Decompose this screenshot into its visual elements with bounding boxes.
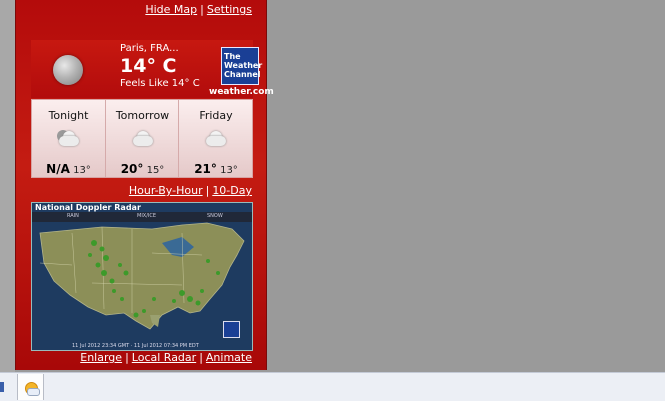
forecast-temps: N/A 13° xyxy=(32,162,105,176)
forecast-high: 21° xyxy=(194,162,217,176)
forecast-day-tonight[interactable]: Tonight N/A 13° xyxy=(32,100,105,177)
separator: | xyxy=(199,351,203,364)
separator: | xyxy=(200,3,204,16)
current-temperature: 14° C xyxy=(120,55,177,77)
weather-taskbar-button[interactable] xyxy=(17,374,44,400)
weather-widget: Hide Map | Settings Paris, FRA... 14° C Fe… xyxy=(15,0,274,370)
hide-map-link[interactable]: Hide Map xyxy=(145,3,197,16)
ten-day-link[interactable]: 10-Day xyxy=(212,184,252,197)
forecast-links: Hour-By-Hour | 10-Day xyxy=(129,184,252,197)
local-radar-link[interactable]: Local Radar xyxy=(132,351,196,364)
moon-icon xyxy=(53,55,83,85)
cloudy-icon xyxy=(201,130,231,150)
enlarge-link[interactable]: Enlarge xyxy=(80,351,122,364)
radar-map[interactable]: National Doppler Radar RAIN MIX/ICE SNOW… xyxy=(31,202,253,351)
current-conditions: Paris, FRA... 14° C Feels Like 14° C The… xyxy=(31,40,274,98)
cloudy-icon xyxy=(128,130,158,150)
legend-rain: RAIN xyxy=(67,213,79,219)
forecast-low: 13° xyxy=(220,165,238,176)
taskbar-edge-icon[interactable] xyxy=(0,382,4,392)
forecast-day-name: Tomorrow xyxy=(115,109,170,122)
forecast-high: N/A xyxy=(46,162,70,176)
top-links: Hide Map | Settings xyxy=(145,3,252,16)
forecast-temps: 21° 13° xyxy=(179,162,253,176)
settings-link[interactable]: Settings xyxy=(207,3,252,16)
weather-com-link[interactable]: weather.com xyxy=(209,87,274,97)
radar-map-image xyxy=(32,203,252,350)
forecast-day-tomorrow[interactable]: Tomorrow 20° 15° xyxy=(105,100,179,177)
radar-links: Enlarge | Local Radar | Animate xyxy=(80,351,252,364)
location-name[interactable]: Paris, FRA... xyxy=(120,43,179,54)
legend-mix-ice: MIX/ICE xyxy=(137,213,157,219)
animate-link[interactable]: Animate xyxy=(206,351,252,364)
forecast-high: 20° xyxy=(120,162,144,176)
separator: | xyxy=(125,351,129,364)
hour-by-hour-link[interactable]: Hour-By-Hour xyxy=(129,184,203,197)
weather-channel-logo[interactable]: The Weather Channel xyxy=(221,47,262,85)
cloud-icon xyxy=(27,388,40,396)
radar-legend: RAIN MIX/ICE SNOW xyxy=(32,212,252,222)
partly-cloudy-night-icon xyxy=(54,130,84,150)
legend-snow: SNOW xyxy=(207,213,223,219)
radar-title: National Doppler Radar xyxy=(35,203,141,212)
feels-like-text: Feels Like 14° C xyxy=(120,78,200,89)
left-window-edge xyxy=(0,0,15,372)
separator: | xyxy=(205,184,210,197)
forecast-temps: 20° 15° xyxy=(106,162,179,176)
radar-weather-channel-logo xyxy=(223,321,240,338)
forecast-low: 13° xyxy=(73,165,91,176)
forecast-day-name: Friday xyxy=(199,109,233,122)
taskbar xyxy=(0,372,665,401)
forecast-low: 15° xyxy=(146,165,165,176)
forecast-day-friday[interactable]: Friday 21° 13° xyxy=(178,100,253,177)
forecast-day-name: Tonight xyxy=(48,109,89,122)
radar-timestamp: 11 Jul 2012 23:34 GMT · 11 Jul 2012 07:3… xyxy=(72,343,199,349)
forecast-panel: Tonight N/A 13° Tomorrow 20° 15° Friday … xyxy=(31,99,253,178)
